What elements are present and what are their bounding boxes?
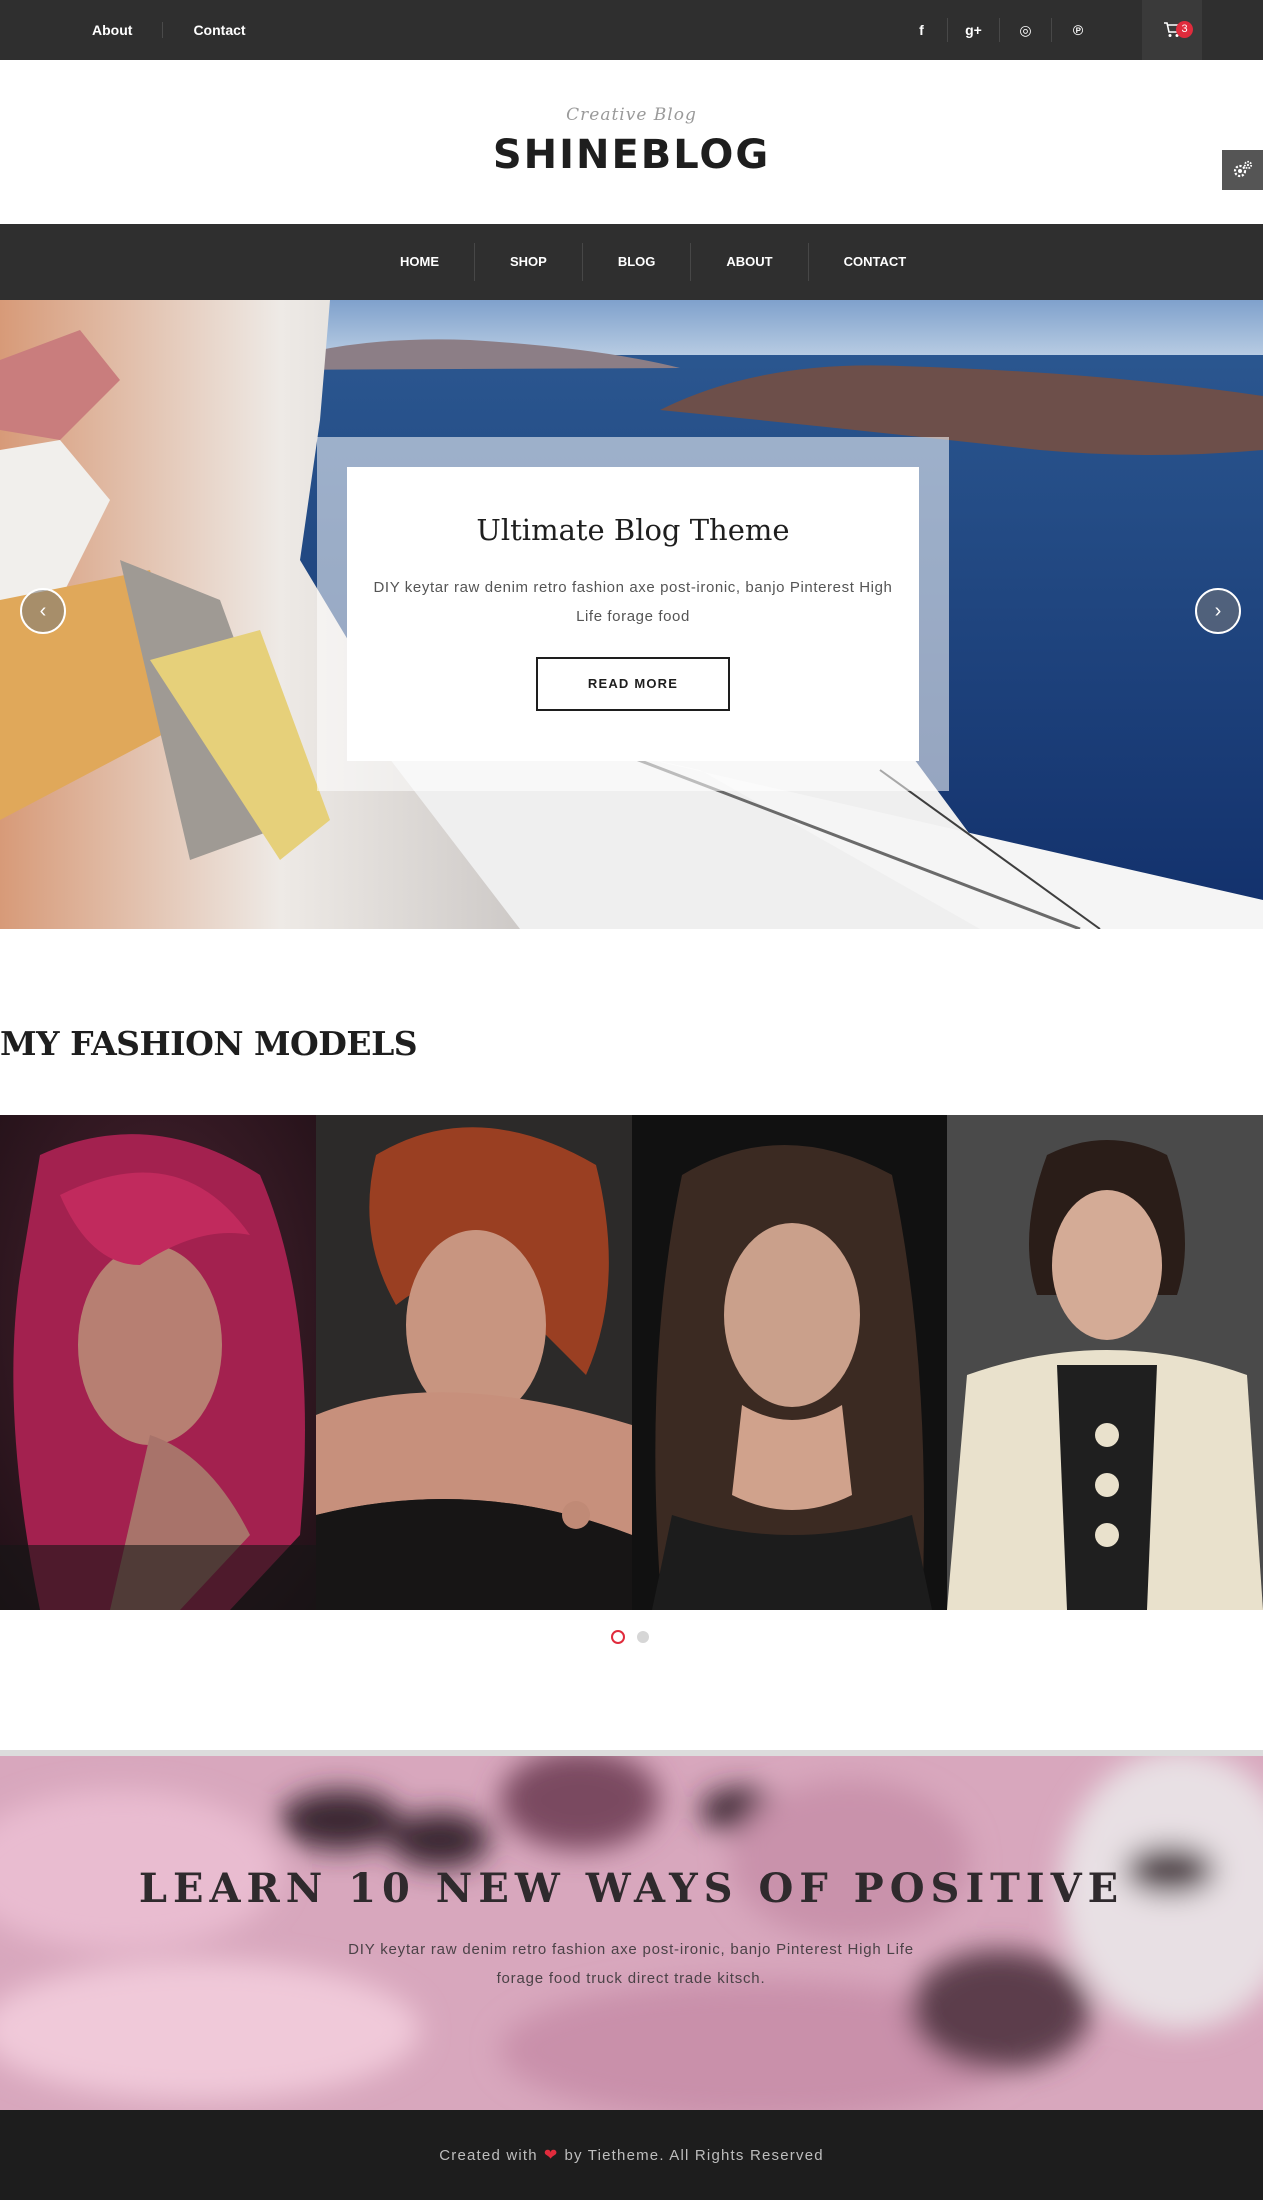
model-photo	[947, 1115, 1263, 1610]
model-card[interactable]	[947, 1115, 1263, 1610]
models-section-title: MY FASHION MODELS	[0, 1024, 418, 1063]
gears-icon	[1233, 160, 1252, 178]
nav-item-home[interactable]: HOME	[365, 243, 475, 281]
model-card[interactable]	[0, 1115, 316, 1610]
promo-description: DIY keytar raw denim retro fashion axe p…	[348, 1941, 914, 1987]
top-links: About Contact	[70, 0, 276, 60]
nav-item-contact[interactable]: CONTACT	[809, 243, 942, 281]
pagination-dot-active[interactable]	[611, 1630, 625, 1644]
model-card[interactable]	[631, 1115, 948, 1610]
nav-item-shop[interactable]: SHOP	[475, 243, 583, 281]
heart-icon: ❤	[543, 2147, 559, 2164]
model-card[interactable]	[315, 1115, 632, 1610]
hero-card: Ultimate Blog Theme DIY keytar raw denim…	[347, 467, 919, 761]
footer-credits: by Tietheme. All Rights Reserved	[564, 2146, 824, 2164]
promo-title: LEARN 10 NEW WAYS OF POSITIVE	[138, 1865, 1125, 1912]
pagination-dot[interactable]	[637, 1631, 649, 1643]
top-bar: About Contact f g+ ◎ ℗ 3	[0, 0, 1263, 60]
promo-banner: LEARN 10 NEW WAYS OF POSITIVE DIY keytar…	[0, 1750, 1263, 2110]
google-plus-icon[interactable]: g+	[948, 18, 1000, 42]
hero-description: DIY keytar raw denim retro fashion axe p…	[373, 579, 893, 625]
chevron-right-icon: ›	[1214, 599, 1222, 622]
pinterest-icon[interactable]: ℗	[1052, 18, 1104, 42]
promo-background-image	[0, 1750, 1263, 2110]
logo-area: Creative Blog SHINEBLOG	[0, 60, 1263, 224]
model-photo	[315, 1115, 632, 1610]
dribbble-icon[interactable]: ◎	[1000, 18, 1052, 42]
chevron-left-icon: ‹	[39, 599, 47, 622]
read-more-button[interactable]: READ MORE	[536, 657, 730, 711]
slider-next-button[interactable]: ›	[1195, 588, 1241, 634]
model-photo	[0, 1115, 316, 1610]
slider-prev-button[interactable]: ‹	[20, 588, 66, 634]
models-carousel	[0, 1115, 1263, 1610]
footer-prefix: Created with	[439, 2146, 538, 2164]
nav-item-blog[interactable]: BLOG	[583, 243, 692, 281]
top-link-about[interactable]: About	[70, 22, 162, 38]
hero-slider: Ultimate Blog Theme DIY keytar raw denim…	[0, 300, 1263, 929]
model-photo	[631, 1115, 948, 1610]
carousel-pagination	[611, 1630, 649, 1644]
cart-count-badge: 3	[1176, 21, 1193, 38]
facebook-icon[interactable]: f	[896, 18, 948, 42]
hero-title: Ultimate Blog Theme	[476, 513, 790, 547]
social-links: f g+ ◎ ℗	[896, 0, 1104, 60]
site-title[interactable]: SHINEBLOG	[0, 132, 1263, 178]
settings-panel-toggle[interactable]	[1222, 150, 1263, 190]
main-navigation: HOME SHOP BLOG ABOUT CONTACT	[0, 224, 1263, 300]
footer: Created with ❤ by Tietheme. All Rights R…	[0, 2110, 1263, 2200]
nav-item-about[interactable]: ABOUT	[691, 243, 809, 281]
cart-button[interactable]: 3	[1142, 0, 1202, 60]
nav-menu: HOME SHOP BLOG ABOUT CONTACT	[365, 224, 941, 300]
top-link-contact[interactable]: Contact	[162, 22, 275, 38]
site-tagline: Creative Blog	[566, 105, 697, 125]
